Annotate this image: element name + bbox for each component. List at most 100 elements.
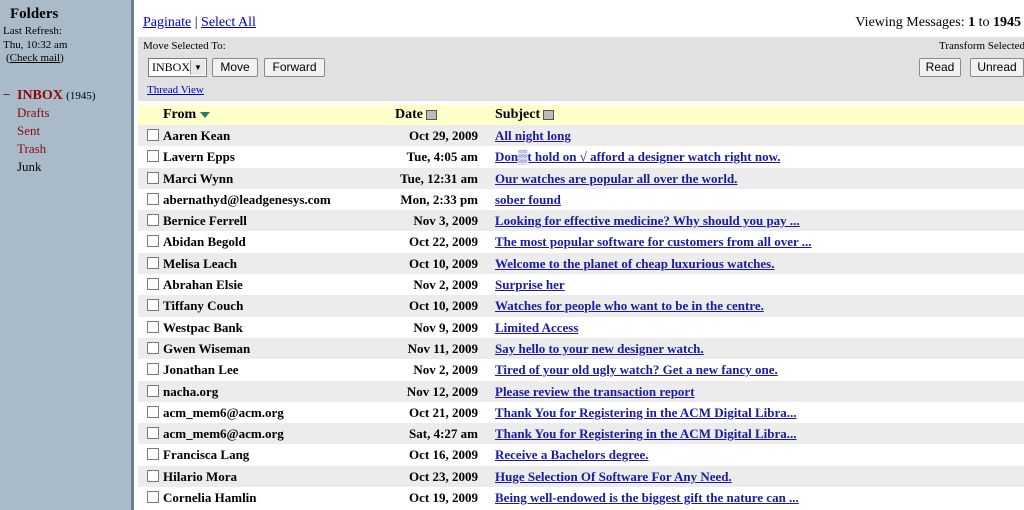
table-row[interactable]: Bernice Ferrell Nov 3, 2009 Looking for ef… [138,210,1024,232]
message-checkbox[interactable] [147,192,159,205]
message-subject-link[interactable]: Our watches are popular all over the wor… [495,171,737,187]
from-header-label[interactable]: From [163,107,196,122]
date-column-header[interactable]: Date [395,107,437,123]
move-selected-label: Move Selected To: [143,40,226,52]
message-checkbox[interactable] [147,448,159,461]
message-date: Nov 11, 2009 [407,340,478,356]
table-row[interactable]: Lavern Epps Tue, 4:05 am Don▒t hold on √ a… [138,146,1024,167]
message-checkbox[interactable] [147,235,159,248]
message-from: acm_mem6@acm.org [163,426,284,442]
message-subject-link[interactable]: All night long [495,128,571,144]
date-header-label[interactable]: Date [395,107,423,122]
from-column-header[interactable]: From [163,107,211,123]
message-subject-link[interactable]: Don▒t hold on √ afford a designer watch … [495,149,781,165]
message-subject-link[interactable]: Watches for people who want to be in the… [495,298,764,314]
message-subject-link[interactable]: Huge Selection Of Software For Any Need. [495,469,732,485]
move-button[interactable]: Move [212,58,258,77]
table-row[interactable]: Francisca Lang Oct 16, 2009 Receive a Bach… [138,444,1024,465]
thread-view-link[interactable]: Thread View [147,84,204,96]
table-row[interactable]: Jonathan Lee Nov 2, 2009 Tired of your old… [138,359,1024,380]
message-subject-link[interactable]: Surprise her [495,277,565,293]
folders-title: Folders [10,6,59,22]
message-subject-link[interactable]: Looking for effective medicine? Why shou… [495,213,800,229]
table-row[interactable]: nacha.org Nov 12, 2009 Please review the t… [138,380,1024,402]
message-checkbox[interactable] [147,491,159,504]
table-row[interactable]: abernathyd@leadgenesys.com Mon, 2:33 pm so… [138,189,1024,210]
message-subject-link[interactable]: Receive a Bachelors degree. [495,447,649,463]
folder-name[interactable]: Sent [17,123,40,138]
message-list: Aaren Kean Oct 29, 2009 All night long Lav… [138,125,1024,508]
message-date: Nov 12, 2009 [406,383,478,399]
folder-name[interactable]: INBOX [17,88,63,103]
message-from: Abrahan Elsie [163,277,243,293]
table-row[interactable]: Aaren Kean Oct 29, 2009 All night long [138,125,1024,147]
sort-icon[interactable] [543,109,555,120]
table-row[interactable]: Gwen Wiseman Nov 11, 2009 Say hello to you… [138,337,1024,360]
table-row[interactable]: Marci Wynn Tue, 12:31 am Our watches are p… [138,167,1024,189]
message-subject-link[interactable]: Being well-endowed is the biggest gift t… [495,490,799,506]
message-date: Oct 16, 2009 [409,447,478,463]
message-subject-link[interactable]: Limited Access [495,320,578,336]
message-from: Melisa Leach [163,255,238,271]
folder-name[interactable]: Junk [17,159,42,174]
read-button[interactable]: Read [919,58,961,77]
folder-junk[interactable]: Junk [3,158,95,176]
message-subject-link[interactable]: Please review the transaction report [495,384,695,400]
viewing-to: 1945 [993,15,1021,30]
folder-sent[interactable]: Sent [3,122,95,140]
folder-drafts[interactable]: Drafts [3,104,95,122]
subject-header-label[interactable]: Subject [495,107,540,122]
table-row[interactable]: Tiffany Couch Oct 10, 2009 Watches for peo… [138,295,1024,317]
sort-descending-icon[interactable] [200,111,211,118]
forward-button[interactable]: Forward [264,58,325,77]
table-row[interactable]: Hilario Mora Oct 23, 2009 Huge Selection O… [138,465,1024,488]
chevron-down-icon[interactable]: ▼ [190,60,205,75]
folder-name[interactable]: Drafts [17,105,50,120]
message-checkbox[interactable] [147,384,159,397]
message-checkbox[interactable] [147,320,159,333]
message-subject-link[interactable]: The most popular software for customers … [495,234,812,250]
message-subject-link[interactable]: Welcome to the planet of cheap luxurious… [495,256,774,272]
message-checkbox[interactable] [147,427,159,440]
table-row[interactable]: Melisa Leach Oct 10, 2009 Welcome to the p… [138,252,1024,275]
table-row[interactable]: Westpac Bank Nov 9, 2009 Limited Access [138,317,1024,338]
message-subject-link[interactable]: Thank You for Registering in the ACM Dig… [495,405,797,421]
message-checkbox[interactable] [147,363,159,376]
message-checkbox[interactable] [147,469,159,482]
folder-trash[interactable]: Trash [3,140,95,158]
message-checkbox[interactable] [147,341,159,354]
folder-name[interactable]: Trash [17,141,46,156]
message-date: Oct 29, 2009 [409,128,478,143]
message-from: Jonathan Lee [163,362,239,378]
subject-column-header[interactable]: Subject [495,107,555,123]
paginate-link[interactable]: Paginate [143,15,191,30]
message-subject-link[interactable]: sober found [495,192,561,208]
message-checkbox[interactable] [147,299,159,312]
message-subject-link[interactable]: Thank You for Registering in the ACM Dig… [495,426,797,442]
table-row[interactable]: acm_mem6@acm.org Oct 21, 2009 Thank You fo… [138,402,1024,423]
message-checkbox[interactable] [147,214,159,227]
folder-select[interactable]: INBOX ▼ [148,58,207,77]
collapse-icon[interactable]: − [3,86,17,104]
message-checkbox[interactable] [147,278,159,291]
message-subject-link[interactable]: Say hello to your new designer watch. [495,341,704,357]
message-from: abernathyd@leadgenesys.com [163,191,331,207]
unread-button[interactable]: Unread [970,58,1024,77]
message-checkbox[interactable] [147,129,159,141]
message-subject-link[interactable]: Tired of your old ugly watch? Get a new … [495,362,778,378]
table-row[interactable]: acm_mem6@acm.org Sat, 4:27 am Thank You fo… [138,423,1024,445]
message-from: Tiffany Couch [163,298,244,314]
sort-icon[interactable] [426,109,437,120]
table-row[interactable]: Cornelia Hamlin Oct 19, 2009 Being well-en… [138,487,1024,508]
message-checkbox[interactable] [147,256,159,269]
message-checkbox[interactable] [147,150,159,163]
select-all-link[interactable]: Select All [201,15,256,30]
table-row[interactable]: Abidan Begold Oct 22, 2009 The most popula… [138,231,1024,252]
message-checkbox[interactable] [147,405,159,418]
check-mail-link[interactable]: Check mail [10,52,60,64]
message-date: Oct 10, 2009 [409,255,478,271]
folder-inbox[interactable]: − INBOX (1945) [3,86,95,104]
message-checkbox[interactable] [147,171,159,184]
message-from: Francisca Lang [163,447,250,463]
table-row[interactable]: Abrahan Elsie Nov 2, 2009 Surprise her [138,274,1024,295]
